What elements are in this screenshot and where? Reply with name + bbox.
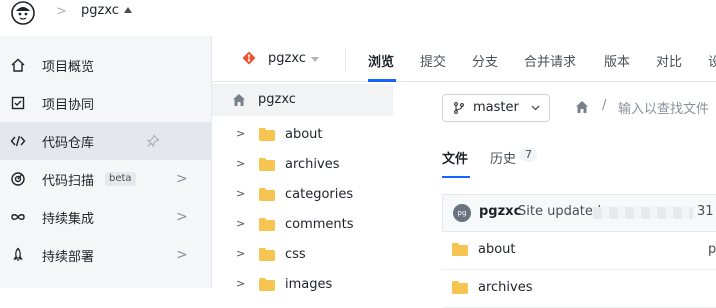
sidebar-item-repo[interactable]: 代码仓库 [0,122,211,160]
chevron-right-icon[interactable]: > [236,127,245,140]
avatar: pg [453,204,471,222]
folder-icon [259,218,275,231]
top-bar: > pgzxc [0,0,716,30]
sidebar-item-collab[interactable]: 项目协同 [0,84,211,122]
repo-content: master / 输入以查找文件 文件 历史 7 pg pgzxc Site u… [442,82,716,308]
code-icon [10,135,26,147]
tree-item[interactable]: > images [212,270,393,300]
branch-label: master [473,100,519,115]
sidebar-item-label: 项目概览 [42,59,95,75]
tree-item[interactable]: > css [212,240,393,270]
tab-branches[interactable]: 分支 [472,51,498,70]
project-name[interactable]: pgzxc [81,3,119,18]
branch-selector[interactable]: master [442,94,550,122]
history-count-badge: 7 [520,147,537,162]
tab-compare[interactable]: 对比 [656,51,682,70]
sidebar-item-label: 持续部署 [42,249,95,265]
tree-item[interactable]: > archives [212,150,393,180]
redacted-text [593,207,693,219]
sidebar-item-ci[interactable]: 持续集成 > [0,198,211,236]
file-row[interactable]: about p [442,232,716,270]
file-search-input[interactable]: 输入以查找文件 [618,98,709,117]
folder-icon [259,128,275,141]
caret-down-icon[interactable] [311,57,319,62]
chevron-right-icon[interactable]: > [236,157,245,170]
chevron-right-icon[interactable]: > [236,217,245,230]
sidebar-item-label: 代码仓库 [42,135,95,151]
sidebar-item-label: 项目协同 [42,97,95,113]
checkbox-icon [11,96,25,110]
tree-root-label: pgzxc [258,92,296,107]
sidebar-item-label: 持续集成 [42,211,95,227]
active-tab-indicator [442,176,470,178]
path-separator: / [602,98,607,113]
divider [345,49,346,71]
tab-releases[interactable]: 版本 [604,51,630,70]
main-panel: pgzxc 浏览 提交 分支 合并请求 版本 对比 设 pgzxc > abou… [212,36,716,308]
folder-icon [259,188,275,201]
tree-root[interactable]: pgzxc [212,84,393,116]
home-icon[interactable] [575,100,589,114]
home-icon [233,94,245,106]
sidebar: 项目概览 项目协同 代码仓库 代码扫描 beta > 持续集成 > 持续部署 > [0,36,212,288]
chevron-down-icon [531,105,540,111]
file-tree: pgzxc > about > archives > categories > … [212,82,393,292]
folder-icon [259,248,275,261]
tree-item-label: comments [285,217,354,232]
folder-icon [259,278,275,291]
rocket-icon [13,247,23,261]
chevron-right-icon[interactable]: > [236,247,245,260]
tab-settings[interactable]: 设 [708,51,716,70]
commit-message[interactable]: Site updated [518,204,601,219]
breadcrumb-separator: > [56,4,67,19]
commit-time: 31 [697,204,714,219]
commit-author[interactable]: pgzxc [479,204,521,219]
git-icon [242,51,256,65]
latest-commit: pg pgzxc Site updated 31 [442,194,716,232]
repo-tab-bar: pgzxc 浏览 提交 分支 合并请求 版本 对比 设 [212,36,716,82]
coding-logo-icon[interactable] [10,0,36,26]
pin-icon[interactable] [146,134,160,148]
tree-item-label: categories [285,187,354,202]
beta-badge: beta [105,172,136,186]
tab-browse[interactable]: 浏览 [368,51,394,70]
chevron-right-icon[interactable]: > [176,209,188,225]
file-commit-message: p [708,242,716,257]
tab-files[interactable]: 文件 [442,148,468,167]
tab-merge-requests[interactable]: 合并请求 [524,51,576,70]
sidebar-item-label: 代码扫描 [42,173,95,189]
tree-item[interactable]: > categories [212,180,393,210]
branch-icon [454,102,464,114]
scan-icon [11,172,25,186]
tree-item-label: images [285,277,333,292]
home-icon [11,58,25,72]
tree-item-label: archives [285,157,340,172]
tab-history[interactable]: 历史 [490,148,516,167]
tree-item[interactable]: > comments [212,210,393,240]
sidebar-item-scan[interactable]: 代码扫描 beta > [0,160,211,198]
tree-item-label: css [285,247,306,262]
sidebar-item-cd[interactable]: 持续部署 > [0,236,211,274]
infinity-icon [11,214,25,220]
file-row[interactable]: archives [442,270,716,308]
chevron-right-icon[interactable]: > [236,187,245,200]
repo-selector[interactable]: pgzxc [268,51,306,66]
folder-icon [452,243,468,256]
chevron-right-icon[interactable]: > [176,171,188,187]
caret-up-icon[interactable] [124,7,132,13]
tab-commits[interactable]: 提交 [420,51,446,70]
file-name[interactable]: about [478,242,516,257]
tree-item[interactable]: > about [212,120,393,150]
tree-item-label: about [285,127,323,142]
chevron-right-icon[interactable]: > [176,247,188,263]
sidebar-item-overview[interactable]: 项目概览 [0,46,211,84]
folder-icon [259,158,275,171]
chevron-right-icon[interactable]: > [236,277,245,290]
